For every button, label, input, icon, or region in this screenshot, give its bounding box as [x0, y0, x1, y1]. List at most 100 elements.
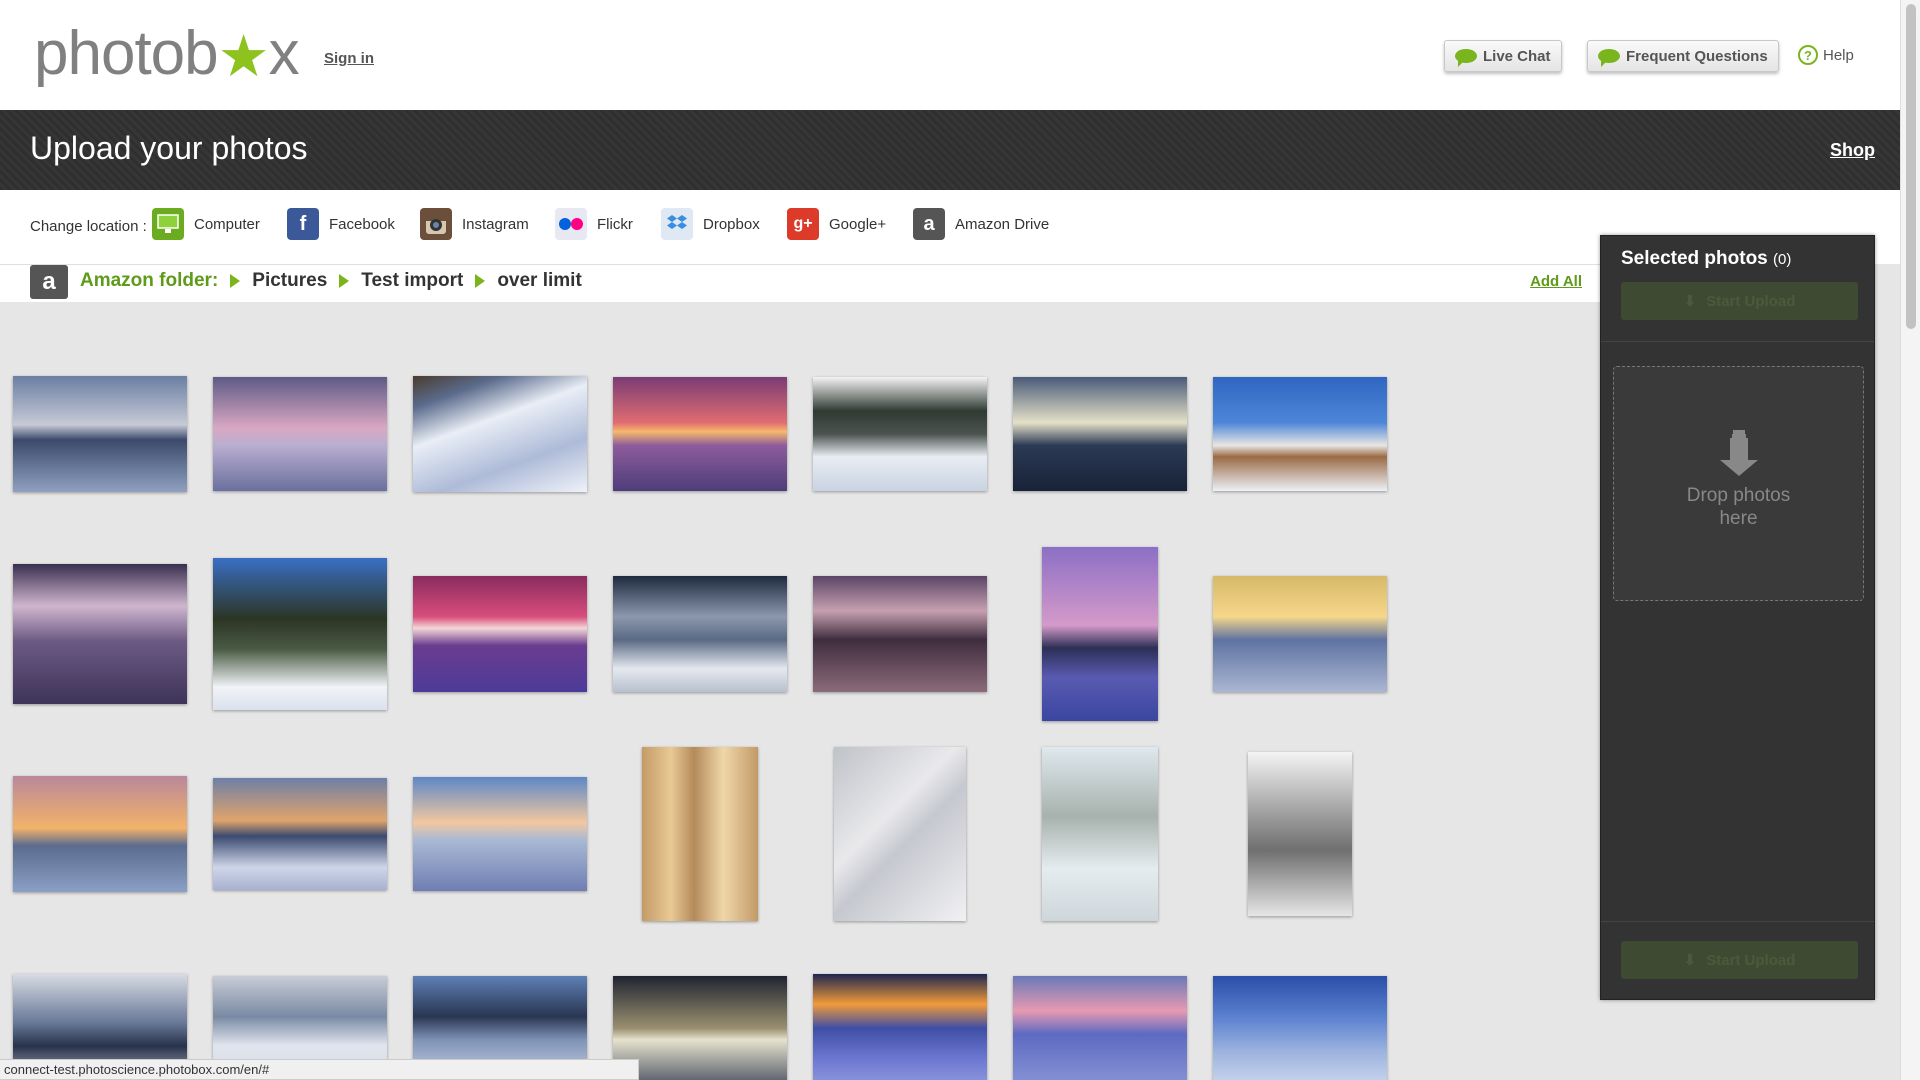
- page-scrollbar[interactable]: [1900, 0, 1920, 1080]
- add-all-link[interactable]: Add All: [1530, 273, 1582, 290]
- photo-thumbnail[interactable]: [613, 576, 787, 692]
- status-url: connect-test.photoscience.photobox.com/e…: [0, 1059, 639, 1080]
- flickr-icon: [555, 208, 587, 240]
- photo-thumbnail[interactable]: [1213, 576, 1387, 692]
- photo-thumbnail-cell: [1000, 934, 1200, 1080]
- photo-thumbnail-cell: [1000, 734, 1200, 934]
- location-computer[interactable]: Computer: [152, 208, 260, 240]
- photo-thumbnail[interactable]: [13, 776, 187, 892]
- breadcrumb-root[interactable]: Amazon folder:: [80, 270, 218, 292]
- site-header: photob★x Sign in Live Chat Frequent Ques…: [0, 0, 1900, 110]
- faq-button[interactable]: Frequent Questions: [1587, 40, 1779, 72]
- photo-thumbnail[interactable]: [642, 747, 758, 921]
- selected-photos-panel: Selected photos (0) ⬇ Start Upload Drop …: [1600, 235, 1875, 1000]
- photobox-logo[interactable]: photob★x: [34, 18, 300, 89]
- breadcrumb-pictures[interactable]: Pictures: [252, 270, 327, 292]
- photo-thumbnail-cell: [1200, 534, 1400, 734]
- shop-link[interactable]: Shop: [1830, 140, 1875, 161]
- photo-thumbnail-cell: [1000, 534, 1200, 734]
- location-label: Computer: [194, 215, 260, 233]
- photo-thumbnail-cell: [200, 734, 400, 934]
- photo-thumbnail[interactable]: [1013, 976, 1187, 1080]
- photo-thumbnail[interactable]: [413, 576, 587, 692]
- location-label: Google+: [829, 215, 887, 233]
- photo-thumbnail-cell: [400, 334, 600, 534]
- drop-zone[interactable]: Drop photos here: [1613, 366, 1864, 601]
- photo-thumbnail[interactable]: [1213, 377, 1387, 491]
- drop-arrow-icon: [1719, 437, 1758, 476]
- photo-thumbnail[interactable]: [13, 376, 187, 492]
- location-label: Amazon Drive: [955, 215, 1050, 233]
- photo-thumbnail-cell: [200, 534, 400, 734]
- location-facebook[interactable]: f Facebook: [287, 208, 395, 240]
- question-bubble-icon: [1598, 49, 1620, 67]
- start-upload-button[interactable]: ⬇ Start Upload: [1621, 282, 1858, 320]
- help-link[interactable]: ? Help: [1798, 45, 1854, 65]
- upload-icon: ⬇: [1683, 952, 1697, 969]
- divider: [1601, 341, 1874, 342]
- photo-thumbnail-cell: [600, 534, 800, 734]
- chevron-right-icon: [339, 274, 350, 288]
- photo-grid: [0, 302, 1600, 1080]
- photo-thumbnail-cell: [200, 334, 400, 534]
- location-label: Dropbox: [703, 215, 760, 233]
- photo-thumbnail[interactable]: [1042, 747, 1158, 921]
- photo-thumbnail[interactable]: [1042, 547, 1158, 721]
- location-label: Flickr: [597, 215, 633, 233]
- breadcrumb-over-limit[interactable]: over limit: [497, 270, 581, 292]
- photo-thumbnail[interactable]: [613, 976, 787, 1080]
- photo-thumbnail-cell: [1000, 334, 1200, 534]
- selected-count: (0): [1773, 251, 1792, 268]
- scrollbar-thumb[interactable]: [1906, 4, 1916, 329]
- photo-thumbnail-cell: [800, 934, 1000, 1080]
- dropbox-icon: [661, 208, 693, 240]
- photo-thumbnail[interactable]: [1013, 377, 1187, 491]
- location-instagram[interactable]: Instagram: [420, 208, 529, 240]
- photo-thumbnail[interactable]: [413, 376, 587, 492]
- faq-label: Frequent Questions: [1626, 47, 1768, 65]
- photo-thumbnail[interactable]: [413, 777, 587, 891]
- photo-thumbnail[interactable]: [813, 974, 987, 1080]
- start-upload-label: Start Upload: [1706, 292, 1796, 310]
- photo-thumbnail[interactable]: [613, 377, 787, 491]
- photo-thumbnail-cell: [0, 334, 200, 534]
- start-upload-label: Start Upload: [1706, 951, 1796, 969]
- photo-thumbnail[interactable]: [13, 564, 187, 704]
- live-chat-button[interactable]: Live Chat: [1444, 40, 1562, 72]
- location-amazon-drive[interactable]: a Amazon Drive: [913, 208, 1049, 240]
- chat-bubble-icon: [1455, 49, 1477, 67]
- photo-thumbnail[interactable]: [213, 377, 387, 491]
- photo-thumbnail[interactable]: [1213, 976, 1387, 1080]
- sign-in-link[interactable]: Sign in: [324, 50, 374, 67]
- location-label: Instagram: [462, 215, 529, 233]
- photo-thumbnail[interactable]: [813, 377, 987, 491]
- divider: [1601, 921, 1874, 922]
- photo-thumbnail[interactable]: [213, 778, 387, 890]
- photo-thumbnail-cell: [0, 734, 200, 934]
- photo-thumbnail-cell: [1200, 334, 1400, 534]
- help-label: Help: [1823, 46, 1854, 64]
- photo-thumbnail-cell: [400, 734, 600, 934]
- breadcrumb-test-import[interactable]: Test import: [361, 270, 463, 292]
- location-flickr[interactable]: Flickr: [555, 208, 633, 240]
- photo-thumbnail[interactable]: [213, 558, 387, 710]
- change-location-label: Change location :: [30, 218, 147, 235]
- location-googleplus[interactable]: g+ Google+: [787, 208, 886, 240]
- photo-thumbnail[interactable]: [813, 576, 987, 692]
- logo-text-right: x: [268, 19, 300, 88]
- chevron-right-icon: [230, 274, 241, 288]
- photo-thumbnail-cell: [800, 534, 1000, 734]
- monitor-icon: [152, 208, 184, 240]
- location-label: Facebook: [329, 215, 395, 233]
- photo-thumbnail[interactable]: [1248, 752, 1352, 916]
- start-upload-button-bottom[interactable]: ⬇ Start Upload: [1621, 941, 1858, 979]
- title-band: Upload your photos Shop: [0, 110, 1900, 190]
- page-title: Upload your photos: [30, 130, 308, 166]
- instagram-icon: [420, 208, 452, 240]
- logo-text-left: photob: [34, 19, 219, 88]
- chevron-right-icon: [475, 274, 486, 288]
- live-chat-label: Live Chat: [1483, 47, 1551, 65]
- photo-thumbnail[interactable]: [834, 747, 966, 921]
- location-dropbox[interactable]: Dropbox: [661, 208, 760, 240]
- photo-thumbnail-cell: [400, 534, 600, 734]
